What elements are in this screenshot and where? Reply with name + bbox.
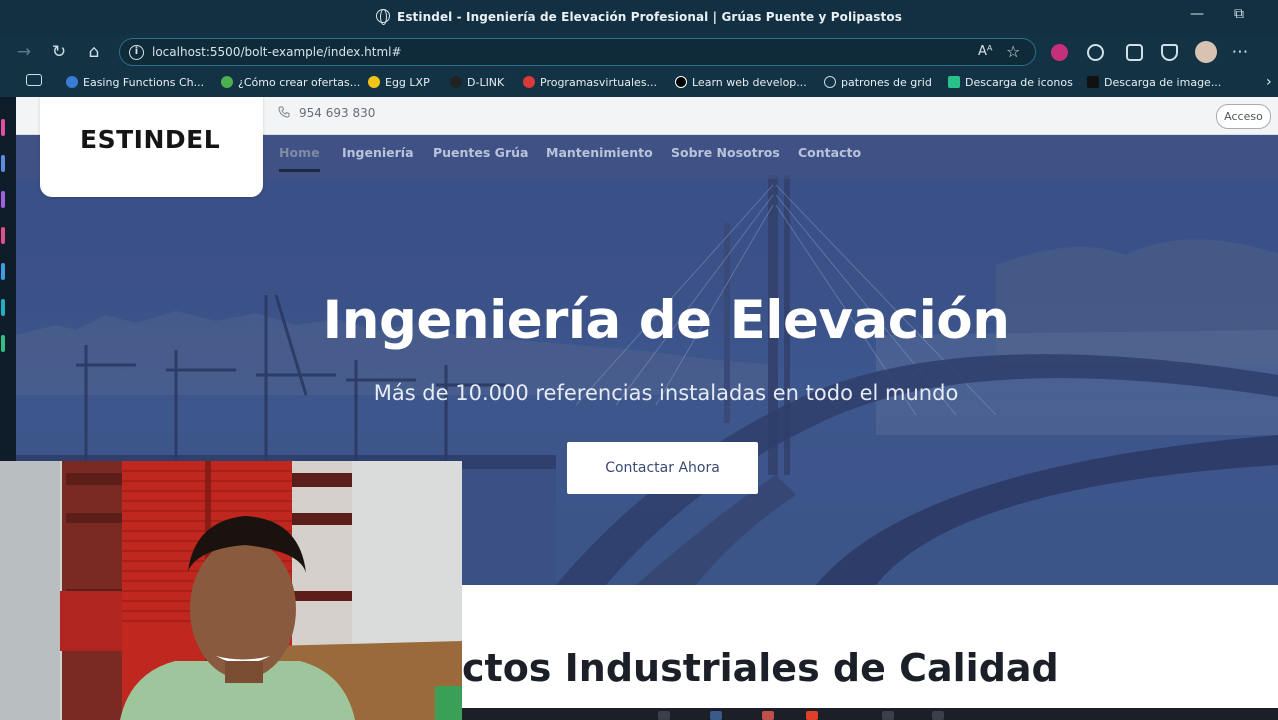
easing-icon xyxy=(66,76,78,88)
home-icon[interactable]: ⌂ xyxy=(82,41,106,63)
strip-marker xyxy=(1,335,5,352)
hero-subtitle: Más de 10.000 referencias instaladas en … xyxy=(373,381,959,405)
nav-ingenieria[interactable]: Ingeniería xyxy=(342,145,414,160)
taskbar-app-icon[interactable] xyxy=(806,711,818,720)
bookmark-item[interactable]: patrones de grid xyxy=(824,76,932,89)
read-aloud-icon[interactable]: Aᴬ xyxy=(978,44,993,59)
info-icon[interactable]: i xyxy=(129,45,144,60)
unsplash-icon xyxy=(1087,76,1099,88)
bookmark-item[interactable]: Easing Functions Ch... xyxy=(66,76,204,89)
bookmark-item[interactable]: Programasvirtuales... xyxy=(523,76,657,89)
active-nav-underline xyxy=(279,169,320,172)
contact-now-button[interactable]: Contactar Ahora xyxy=(567,442,758,494)
extension-shield-icon[interactable] xyxy=(1051,44,1068,61)
address-bar[interactable]: i localhost:5500/bolt-example/index.html… xyxy=(119,38,1036,66)
chevron-right-icon[interactable]: › xyxy=(1266,74,1272,90)
screen: Estindel - Ingeniería de Elevación Profe… xyxy=(0,0,1278,720)
nav-puentes-grua[interactable]: Puentes Grúa xyxy=(433,145,528,160)
phone-number[interactable]: 954 693 830 xyxy=(278,106,375,120)
vector-icon xyxy=(948,76,960,88)
egg-icon xyxy=(368,76,380,88)
nav-mantenimiento[interactable]: Mantenimiento xyxy=(546,145,653,160)
profile-avatar[interactable] xyxy=(1195,41,1217,63)
globe-icon xyxy=(376,9,391,25)
bookmarks-bar: Easing Functions Ch... ¿Cómo crear ofert… xyxy=(0,70,1278,97)
bookmark-item[interactable]: Learn web develop... xyxy=(675,76,807,89)
strip-marker xyxy=(1,299,5,316)
mdn-icon xyxy=(675,76,687,88)
strip-marker xyxy=(1,263,5,280)
reload-icon[interactable]: ↻ xyxy=(47,41,71,63)
strip-marker xyxy=(1,191,5,208)
bookmark-item[interactable]: Descarga de iconos xyxy=(948,76,1073,89)
favorite-star-icon[interactable]: ☆ xyxy=(1006,42,1020,61)
tab-actions-icon[interactable] xyxy=(26,74,42,86)
nav-sobre-nosotros[interactable]: Sobre Nosotros xyxy=(671,145,780,160)
url-text[interactable]: localhost:5500/bolt-example/index.html# xyxy=(152,45,402,59)
access-button[interactable]: Acceso xyxy=(1216,104,1271,129)
taskbar-strip xyxy=(462,708,1278,720)
products-section-title: ctos Industriales de Calidad xyxy=(462,646,1059,690)
webcam-feed-image xyxy=(0,461,462,720)
phone-icon xyxy=(278,106,290,118)
extensions-icon[interactable] xyxy=(1087,44,1104,61)
strip-marker xyxy=(1,119,5,136)
bookmark-item[interactable]: Descarga de image... xyxy=(1087,76,1221,89)
graph-icon xyxy=(221,76,233,88)
more-menu-icon[interactable]: ⋯ xyxy=(1228,41,1252,63)
webcam-overlay xyxy=(0,461,462,720)
health-icon[interactable] xyxy=(1126,44,1143,61)
security-shield-icon[interactable] xyxy=(1161,44,1178,61)
bookmark-item[interactable]: D-LINK xyxy=(450,76,504,89)
window-title: Estindel - Ingeniería de Elevación Profe… xyxy=(0,9,1278,25)
back-arrow-icon[interactable]: → xyxy=(12,41,36,63)
strip-marker xyxy=(1,227,5,244)
taskbar-app-icon[interactable] xyxy=(762,711,774,720)
minimize-button[interactable]: — xyxy=(1190,6,1204,22)
taskbar-app-icon[interactable] xyxy=(710,711,722,720)
taskbar-app-icon[interactable] xyxy=(932,711,944,720)
bookmark-item[interactable]: Egg LXP xyxy=(368,76,430,89)
bookmark-item[interactable]: ¿Cómo crear ofertas... xyxy=(221,76,360,89)
browser-title-bar: Estindel - Ingeniería de Elevación Profe… xyxy=(0,0,1278,34)
logo[interactable]: ESTINDEL xyxy=(40,97,263,197)
p-icon xyxy=(523,76,535,88)
taskbar-app-icon[interactable] xyxy=(658,711,670,720)
logo-wordmark: ESTINDEL xyxy=(80,125,221,154)
dlink-icon xyxy=(450,76,462,88)
taskbar-app-icon[interactable] xyxy=(882,711,894,720)
nav-contacto[interactable]: Contacto xyxy=(798,145,861,160)
strip-marker xyxy=(1,155,5,172)
nav-home[interactable]: Home xyxy=(279,145,320,160)
browser-toolbar: → ↻ ⌂ i localhost:5500/bolt-example/inde… xyxy=(0,34,1278,70)
hero-title: Ingeniería de Elevación xyxy=(322,290,1010,351)
globe-icon xyxy=(824,76,836,88)
maximize-button[interactable]: ⧉ xyxy=(1234,6,1244,22)
